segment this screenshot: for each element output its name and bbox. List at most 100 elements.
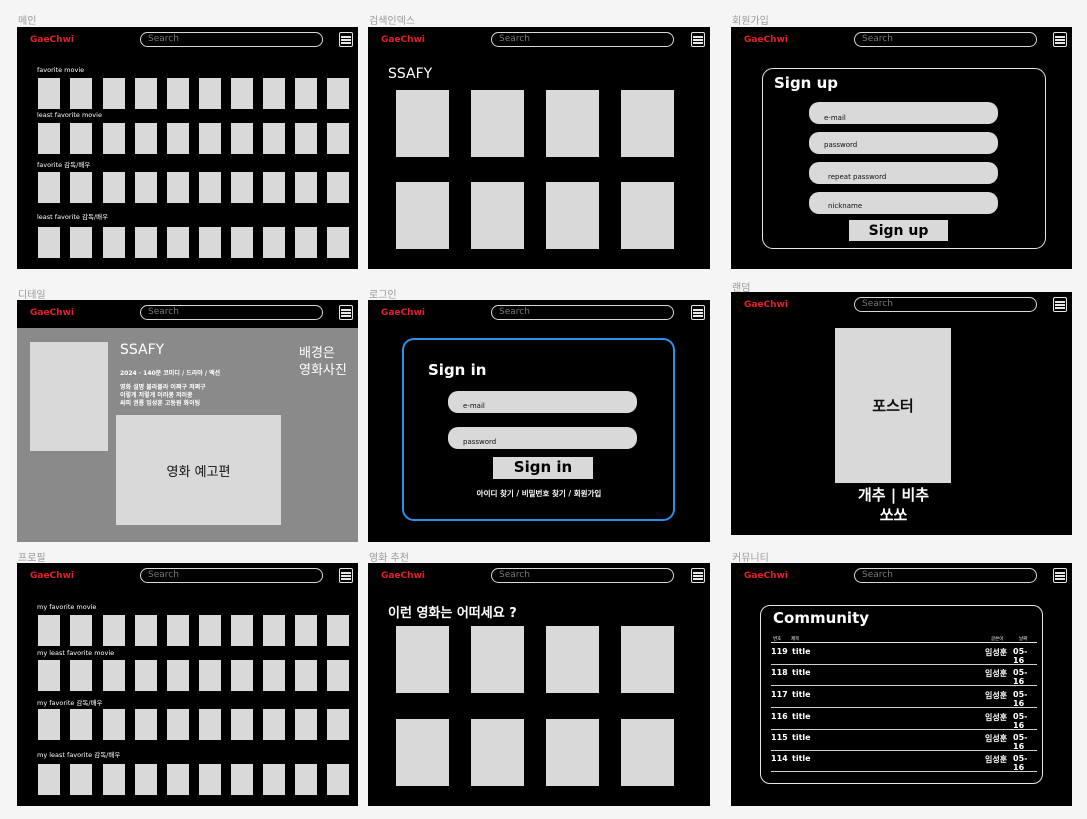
poster-thumb[interactable] [135,764,157,795]
vote-options[interactable]: 개추 | 비추 [731,484,1056,505]
password-field[interactable]: password [448,427,637,449]
poster-card[interactable] [471,626,524,693]
poster-thumb[interactable] [263,764,285,795]
vote-so-so[interactable]: 쏘쏘 [731,504,1056,525]
search-input[interactable]: Search [854,32,1037,47]
poster-card[interactable] [621,719,674,786]
poster-thumb[interactable] [327,123,349,154]
poster-thumb[interactable] [135,709,157,740]
poster-thumb[interactable] [38,172,60,203]
poster-thumb[interactable] [199,78,221,109]
poster-thumb[interactable] [295,123,317,154]
poster-card[interactable] [396,182,449,249]
poster-thumb[interactable] [263,615,285,646]
repeat-password-field[interactable]: repeat password [809,162,998,184]
poster-thumb[interactable] [231,764,253,795]
poster-thumb[interactable] [295,615,317,646]
poster-thumb[interactable] [70,615,92,646]
poster-card[interactable] [546,719,599,786]
poster-thumb[interactable] [263,78,285,109]
poster-thumb[interactable] [38,615,60,646]
poster-card[interactable] [621,182,674,249]
search-input[interactable]: Search [854,568,1037,583]
poster-thumb[interactable] [70,764,92,795]
poster-thumb[interactable] [199,172,221,203]
search-input[interactable]: Search [140,32,323,47]
poster-thumb[interactable] [295,660,317,691]
table-row[interactable]: 116 title 임성훈 05-16 [771,712,1037,730]
poster-thumb[interactable] [103,78,125,109]
poster-thumb[interactable] [167,172,189,203]
poster-thumb[interactable] [70,709,92,740]
poster-thumb[interactable] [263,709,285,740]
poster-thumb[interactable] [135,660,157,691]
password-field[interactable]: password [809,132,998,154]
poster-card[interactable] [546,626,599,693]
search-input[interactable]: Search [491,305,674,320]
poster-thumb[interactable] [231,227,253,258]
poster-card[interactable] [471,182,524,249]
logo[interactable]: GaeChwi [381,308,425,318]
logo[interactable]: GaeChwi [381,571,425,581]
poster-thumb[interactable] [295,709,317,740]
signin-button[interactable]: Sign in [493,457,593,479]
logo[interactable]: GaeChwi [30,35,74,45]
menu-icon[interactable] [1053,32,1067,47]
table-row[interactable]: 115 title 임성훈 05-16 [771,733,1037,751]
poster-thumb[interactable] [103,172,125,203]
poster-thumb[interactable] [327,660,349,691]
menu-icon[interactable] [691,568,705,583]
poster-thumb[interactable] [103,615,125,646]
table-row[interactable]: 117 title 임성훈 05-16 [771,690,1037,708]
poster-thumb[interactable] [70,227,92,258]
poster-thumb[interactable] [103,709,125,740]
poster-thumb[interactable] [199,764,221,795]
poster-thumb[interactable] [167,764,189,795]
poster-card[interactable] [471,719,524,786]
poster-thumb[interactable] [327,709,349,740]
poster-thumb[interactable] [167,615,189,646]
poster-thumb[interactable] [38,709,60,740]
poster-thumb[interactable] [263,660,285,691]
poster-thumb[interactable] [231,123,253,154]
poster-thumb[interactable] [38,764,60,795]
table-row[interactable]: 119 title 임성훈 05-16 [771,647,1037,665]
poster-thumb[interactable] [70,123,92,154]
menu-icon[interactable] [691,32,705,47]
poster-thumb[interactable] [199,615,221,646]
logo[interactable]: GaeChwi [744,300,788,310]
poster-thumb[interactable] [327,764,349,795]
poster-thumb[interactable] [295,764,317,795]
poster-thumb[interactable] [327,78,349,109]
table-row[interactable]: 114 title 임성훈 05-16 [771,754,1037,772]
trailer-player[interactable]: 영화 예고편 [116,415,281,525]
poster-thumb[interactable] [327,172,349,203]
poster-card[interactable] [471,90,524,157]
poster-thumb[interactable] [295,172,317,203]
poster-thumb[interactable] [167,709,189,740]
poster-thumb[interactable] [167,227,189,258]
menu-icon[interactable] [339,32,353,47]
poster-thumb[interactable] [135,227,157,258]
poster-thumb[interactable] [103,227,125,258]
poster-thumb[interactable] [263,123,285,154]
menu-icon[interactable] [1053,297,1067,312]
poster-card[interactable] [621,626,674,693]
logo[interactable]: GaeChwi [30,308,74,318]
signup-button[interactable]: Sign up [849,220,948,241]
logo[interactable]: GaeChwi [744,571,788,581]
poster-thumb[interactable] [70,78,92,109]
poster-card[interactable] [621,90,674,157]
search-input[interactable]: Search [140,305,323,320]
poster-thumb[interactable] [103,660,125,691]
search-input[interactable]: Search [491,568,674,583]
poster-card[interactable] [396,719,449,786]
menu-icon[interactable] [339,568,353,583]
poster-thumb[interactable] [70,660,92,691]
poster-thumb[interactable] [231,172,253,203]
poster-thumb[interactable] [38,227,60,258]
poster-thumb[interactable] [38,123,60,154]
poster-thumb[interactable] [199,709,221,740]
poster-thumb[interactable] [295,227,317,258]
email-field[interactable]: e-mail [448,391,637,413]
